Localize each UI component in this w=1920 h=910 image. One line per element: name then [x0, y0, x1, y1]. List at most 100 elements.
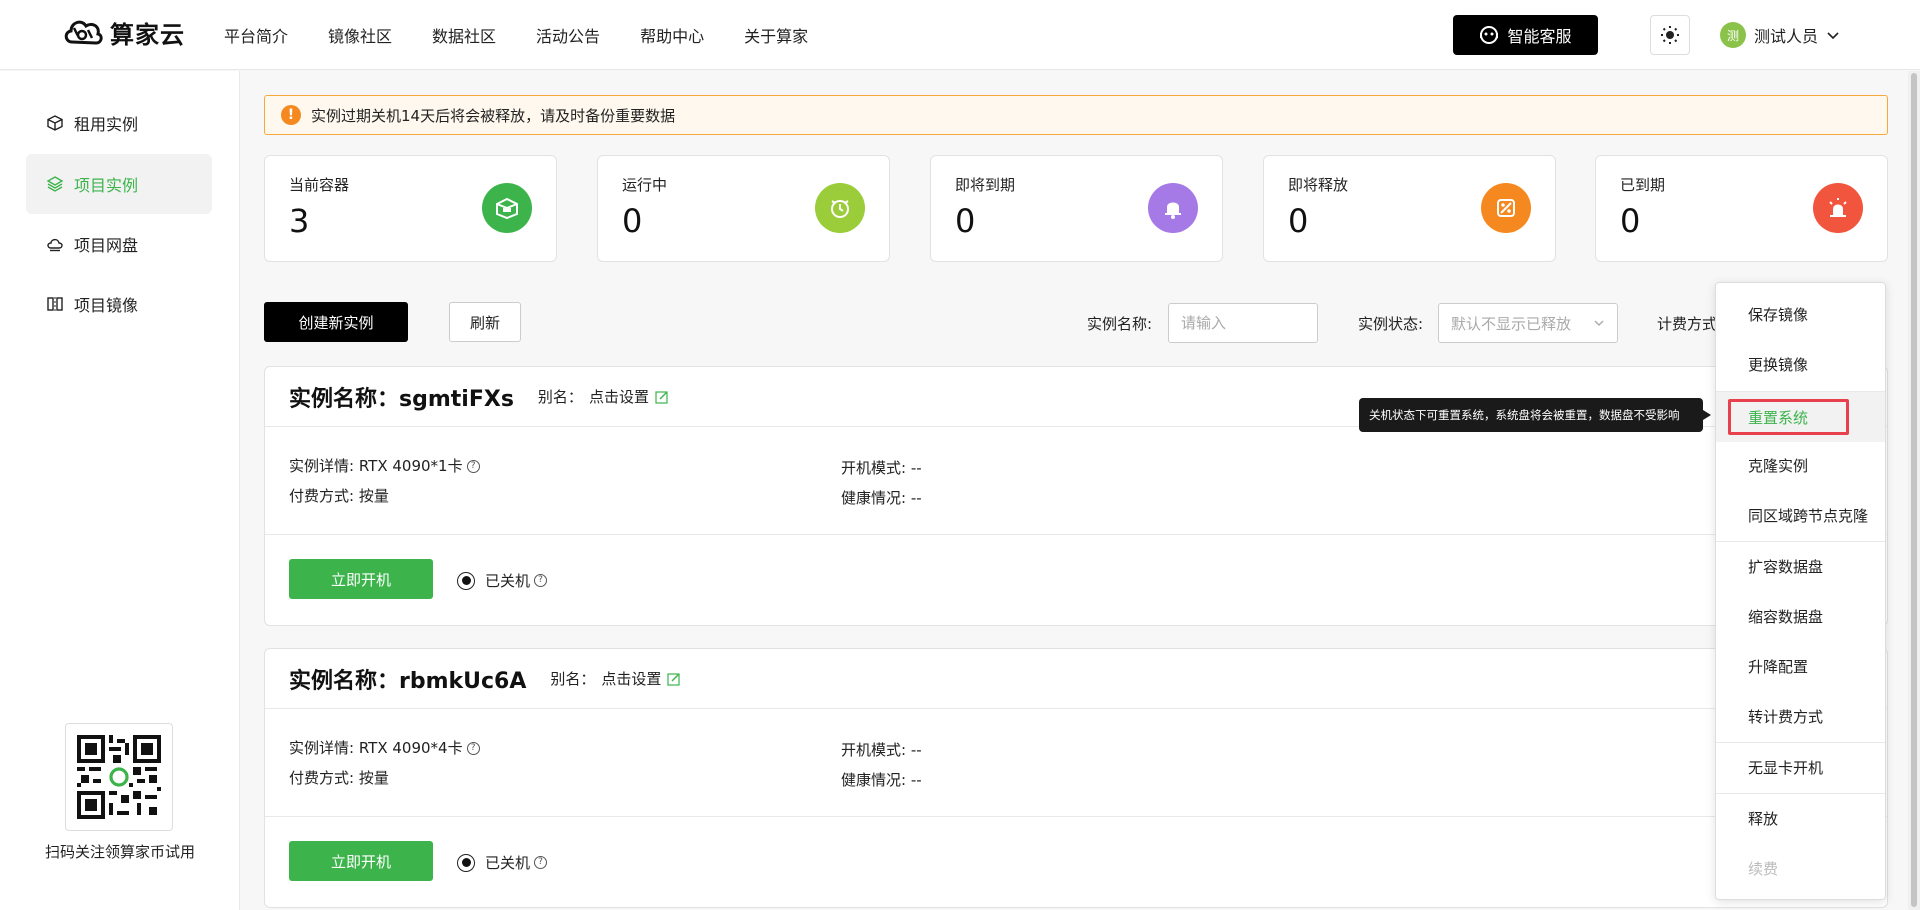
sidebar-item-project-instance[interactable]: 项目实例	[26, 154, 212, 214]
nav-data-community[interactable]: 数据社区	[432, 23, 496, 47]
help-icon[interactable]: ?	[466, 742, 480, 755]
divider	[265, 534, 1887, 535]
power-status: 已关机?	[457, 852, 548, 873]
menu-item-change-image[interactable]: 更换镜像	[1716, 339, 1885, 389]
qr-code	[65, 723, 173, 831]
alias: 别名： 点击设置	[538, 386, 669, 407]
menu-item-renew: 续费	[1748, 859, 1779, 878]
expiry-notice: ! 实例过期关机14天后将会被释放，请及时备份重要数据	[264, 95, 1888, 135]
nav-platform-intro[interactable]: 平台简介	[224, 23, 288, 47]
mirror-icon	[47, 297, 63, 311]
instance-actions-menu: 保存镜像 更换镜像 重置系统 克隆实例 同区域跨节点克隆 扩容数据盘 缩容数据盘…	[1715, 282, 1886, 900]
instance-detail: 实例详情: RTX 4090*4卡?	[289, 737, 480, 758]
nav-about[interactable]: 关于算家	[744, 23, 808, 47]
stat-expiring-soon: 即将到期 0	[930, 155, 1223, 262]
status-radio	[457, 853, 475, 872]
smart-service-label: 智能客服	[1507, 27, 1572, 46]
edit-icon[interactable]	[655, 390, 669, 404]
boot-label: 开机模式:	[841, 741, 907, 759]
robot-icon	[1480, 26, 1499, 44]
menu-item-change-config[interactable]: 升降配置	[1716, 641, 1885, 691]
boot-value: --	[910, 741, 922, 759]
stat-value: 0	[955, 202, 976, 240]
menu-item-clone-instance[interactable]: 克隆实例	[1716, 440, 1885, 490]
toolbar: 创建新实例 刷新 实例名称: 实例状态: 默认不显示已释放 计费方式	[264, 302, 1888, 344]
sidebar: 租用实例 项目实例 项目网盘 项目镜像 扫码关注领算家币试用	[0, 71, 240, 910]
logo-text: 算家云	[110, 20, 185, 49]
menu-item-save-image[interactable]: 保存镜像	[1716, 289, 1885, 339]
instance-detail: 实例详情: RTX 4090*1卡?	[289, 455, 480, 476]
theme-toggle-button[interactable]	[1650, 15, 1690, 55]
alias-set-link[interactable]: 点击设置	[589, 386, 649, 407]
help-icon[interactable]: ?	[534, 574, 548, 587]
page-scrollbar[interactable]	[1908, 71, 1920, 910]
stat-label: 当前容器	[289, 176, 350, 194]
detail-value: RTX 4090*4卡	[358, 739, 463, 757]
instance-card: 实例名称：rbmkUc6A 别名： 点击设置 实例详情: RTX 4090*4卡…	[264, 648, 1888, 908]
status-text: 已关机	[485, 854, 531, 872]
status-select-value: 默认不显示已释放	[1451, 314, 1572, 333]
instance-name-input[interactable]	[1168, 303, 1318, 343]
instance-status-select[interactable]: 默认不显示已释放	[1438, 303, 1618, 343]
divider	[265, 816, 1887, 817]
sidebar-item-rent-instance[interactable]: 租用实例	[26, 93, 212, 153]
pay-value: 按量	[358, 487, 389, 505]
stat-expired: 已到期 0	[1595, 155, 1888, 262]
chevron-down-icon	[1827, 32, 1839, 40]
stat-label: 已到期	[1620, 176, 1666, 194]
instance-title: 实例名称：rbmkUc6A	[289, 668, 527, 694]
menu-item-cross-node-clone[interactable]: 同区域跨节点克隆	[1716, 490, 1885, 540]
health-value: --	[910, 771, 922, 789]
start-now-button[interactable]: 立即开机	[289, 841, 433, 881]
layers-icon	[46, 176, 64, 192]
logo[interactable]: 算家云	[62, 14, 185, 50]
pay-method: 付费方式: 按量	[289, 767, 389, 788]
boot-value: --	[910, 459, 922, 477]
menu-item-release[interactable]: 释放	[1716, 793, 1885, 843]
edit-icon[interactable]	[667, 672, 681, 686]
boot-mode: 开机模式: --	[841, 739, 922, 760]
smart-service-button[interactable]: 智能客服	[1453, 15, 1598, 55]
warning-icon: !	[281, 105, 301, 125]
sidebar-item-project-drive[interactable]: 项目网盘	[26, 214, 212, 274]
instance-title: 实例名称：sgmtiFXs	[289, 386, 514, 412]
create-instance-button[interactable]: 创建新实例	[264, 302, 408, 342]
menu-item-shrink-data-disk[interactable]: 缩容数据盘	[1716, 591, 1885, 641]
boot-label: 开机模式:	[841, 459, 907, 477]
power-status: 已关机?	[457, 570, 548, 591]
refresh-button[interactable]: 刷新	[449, 302, 521, 342]
health-label: 健康情况:	[841, 489, 907, 507]
help-icon[interactable]: ?	[534, 856, 548, 869]
health-status: 健康情况: --	[841, 769, 922, 790]
sidebar-item-project-image[interactable]: 项目镜像	[26, 274, 212, 334]
notice-text: 实例过期关机14天后将会被释放，请及时备份重要数据	[311, 106, 676, 125]
user-menu[interactable]: 测 测试人员	[1720, 22, 1840, 48]
nav-image-community[interactable]: 镜像社区	[328, 23, 392, 47]
stat-current-containers: 当前容器 3	[264, 155, 557, 262]
alias: 别名： 点击设置	[550, 668, 681, 689]
alias-set-link[interactable]: 点击设置	[601, 668, 661, 689]
instance-name-label: 实例名称:	[1087, 315, 1153, 333]
menu-item-expand-data-disk[interactable]: 扩容数据盘	[1716, 541, 1885, 591]
stat-releasing-soon: 即将释放 0	[1263, 155, 1556, 262]
top-header: 算家云 平台简介 镜像社区 数据社区 活动公告 帮助中心 关于算家 智能客服 测…	[0, 0, 1920, 70]
highlight-box	[1728, 399, 1849, 435]
scrollbar-thumb[interactable]	[1911, 73, 1917, 907]
instance-card-header: 实例名称：rbmkUc6A 别名： 点击设置	[265, 649, 1887, 709]
billing-label: 计费方式	[1657, 315, 1718, 333]
stat-value: 0	[1288, 202, 1309, 240]
detail-label: 实例详情:	[289, 457, 355, 475]
help-icon[interactable]: ?	[466, 460, 480, 473]
start-now-button[interactable]: 立即开机	[289, 559, 433, 599]
status-text: 已关机	[485, 572, 531, 590]
pay-value: 按量	[358, 769, 389, 787]
menu-item-change-billing[interactable]: 转计费方式	[1716, 691, 1885, 741]
menu-item-boot-without-gpu[interactable]: 无显卡开机	[1716, 742, 1885, 792]
nav-help-center[interactable]: 帮助中心	[640, 23, 704, 47]
user-name: 测试人员	[1754, 27, 1819, 46]
nav-announcements[interactable]: 活动公告	[536, 23, 600, 47]
qr-caption: 扫码关注领算家币试用	[44, 843, 195, 861]
box-icon	[482, 183, 532, 233]
sidebar-item-label: 项目镜像	[74, 296, 139, 315]
timer-icon	[815, 183, 865, 233]
